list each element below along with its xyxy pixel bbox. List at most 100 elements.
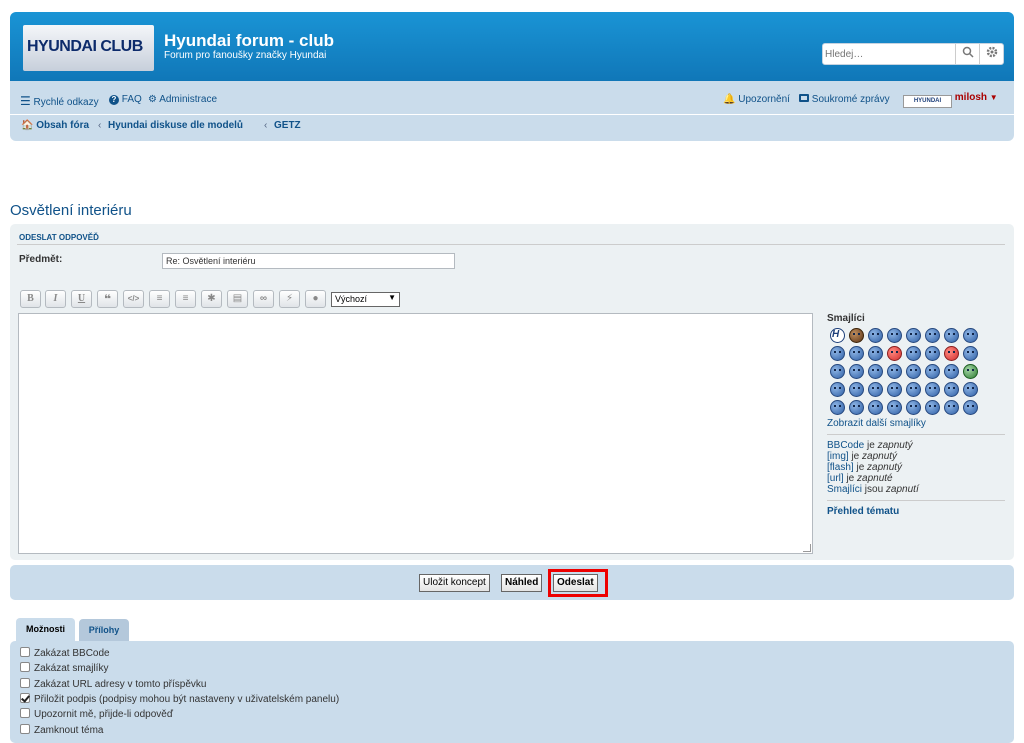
- smiley-icon[interactable]: [944, 382, 959, 397]
- advanced-search-gear-icon[interactable]: [979, 44, 1003, 64]
- search-input[interactable]: [825, 46, 953, 62]
- admin-label: Administrace: [159, 94, 218, 105]
- option-checkbox-row[interactable]: Zakázat smajlíky: [20, 662, 108, 675]
- smiley-icon[interactable]: [906, 328, 921, 343]
- bbcode-status-connector: je: [848, 451, 863, 462]
- private-messages-label: Soukromé zprávy: [811, 94, 890, 105]
- checkbox[interactable]: [20, 692, 30, 703]
- notifications-link[interactable]: 🔔 Upozornění: [723, 94, 790, 105]
- url-button[interactable]: ∞: [253, 290, 274, 308]
- admin-link[interactable]: ⚙ Administrace: [148, 94, 217, 105]
- smiley-icon[interactable]: [963, 382, 978, 397]
- breadcrumb-forum[interactable]: Hyundai diskuse dle modelů: [108, 120, 243, 131]
- breadcrumb-subforum[interactable]: GETZ: [274, 120, 301, 131]
- numbered-list-button[interactable]: ≡: [175, 290, 196, 308]
- smiley-icon[interactable]: [830, 346, 845, 361]
- bbcode-status-label[interactable]: BBCode: [827, 440, 864, 451]
- smiley-icon[interactable]: [906, 382, 921, 397]
- smiley-icon[interactable]: [887, 328, 902, 343]
- option-label: Upozornit mě, přijde-li odpověď: [34, 709, 173, 721]
- smiley-icon[interactable]: [887, 382, 902, 397]
- smiley-icon[interactable]: [906, 346, 921, 361]
- smiley-icon[interactable]: [963, 328, 978, 343]
- underline-button[interactable]: U: [71, 290, 92, 308]
- search-icon[interactable]: [955, 44, 979, 64]
- site-title[interactable]: Hyundai forum - club: [164, 31, 334, 51]
- resize-handle[interactable]: [803, 544, 811, 552]
- code-button[interactable]: </>: [123, 290, 144, 308]
- quote-button[interactable]: ❝: [97, 290, 118, 308]
- smiley-icon[interactable]: [963, 400, 978, 415]
- more-smilies-link[interactable]: Zobrazit další smajlíky: [827, 418, 1005, 429]
- topic-title[interactable]: Osvětlení interiéru: [10, 202, 132, 219]
- smiley-icon[interactable]: [830, 382, 845, 397]
- smiley-icon[interactable]: H: [830, 328, 845, 343]
- message-textarea[interactable]: [18, 313, 813, 554]
- option-checkbox-row[interactable]: Přiložit podpis (podpisy mohou být nasta…: [20, 692, 339, 706]
- smiley-icon[interactable]: [849, 346, 864, 361]
- smiley-icon[interactable]: [868, 364, 883, 379]
- faq-link[interactable]: ? FAQ: [109, 94, 142, 105]
- smiley-icon[interactable]: [925, 382, 940, 397]
- option-checkbox-row[interactable]: Zamknout téma: [20, 723, 103, 737]
- option-checkbox-row[interactable]: Zakázat URL adresy v tomto příspěvku: [20, 677, 206, 691]
- bell-icon: 🔔: [723, 94, 736, 105]
- smilies-grid: H: [827, 328, 1005, 415]
- italic-button[interactable]: I: [45, 290, 66, 308]
- quick-links-menu[interactable]: ☰ Rychlé odkazy: [20, 94, 99, 108]
- smiley-icon[interactable]: [868, 346, 883, 361]
- smiley-icon[interactable]: [887, 346, 902, 361]
- smiley-icon[interactable]: [925, 328, 940, 343]
- site-logo[interactable]: HYUNDAI CLUB: [23, 25, 154, 71]
- smiley-icon[interactable]: [925, 364, 940, 379]
- checkbox[interactable]: [20, 677, 30, 688]
- bold-button[interactable]: B: [20, 290, 41, 308]
- checkbox[interactable]: [20, 708, 30, 719]
- font-size-select[interactable]: Výchozí ▼: [331, 292, 400, 307]
- option-checkbox-row[interactable]: Zakázat BBCode: [20, 647, 110, 660]
- bbcode-status-label: [flash]: [827, 462, 854, 473]
- tab-options[interactable]: Možnosti: [16, 618, 75, 642]
- smiley-icon[interactable]: [944, 328, 959, 343]
- flash-button[interactable]: ⚡: [279, 290, 300, 308]
- smiley-icon[interactable]: [849, 400, 864, 415]
- smiley-icon[interactable]: [925, 346, 940, 361]
- smiley-icon[interactable]: [849, 364, 864, 379]
- smiley-icon[interactable]: [944, 346, 959, 361]
- subject-input[interactable]: [162, 253, 455, 269]
- caret-down-icon: ▼: [989, 93, 998, 102]
- private-messages-link[interactable]: Soukromé zprávy: [799, 94, 890, 105]
- preview-button[interactable]: Náhled: [501, 574, 543, 592]
- smiley-icon[interactable]: [849, 328, 864, 343]
- smiley-icon[interactable]: [868, 382, 883, 397]
- topic-review-link[interactable]: Přehled tématu: [827, 506, 1005, 517]
- smiley-icon[interactable]: [830, 364, 845, 379]
- color-button[interactable]: ●: [305, 290, 326, 308]
- checkbox[interactable]: [20, 723, 30, 734]
- smiley-icon[interactable]: [887, 364, 902, 379]
- user-menu[interactable]: HYUNDAI milosh ▼: [903, 92, 998, 108]
- image-button[interactable]: ▤: [227, 290, 248, 308]
- breadcrumb-home[interactable]: 🏠 Obsah fóra: [21, 120, 89, 131]
- save-draft-button[interactable]: Uložit koncept: [419, 574, 490, 592]
- list-item-button[interactable]: ✱: [201, 290, 222, 308]
- checkbox[interactable]: [20, 647, 30, 657]
- smiley-icon[interactable]: [868, 400, 883, 415]
- smiley-icon[interactable]: [906, 364, 921, 379]
- smiley-icon[interactable]: [963, 364, 978, 379]
- smiley-icon[interactable]: [925, 400, 940, 415]
- smiley-icon[interactable]: [830, 400, 845, 415]
- list-button[interactable]: ≡: [149, 290, 170, 308]
- checkbox[interactable]: [20, 662, 30, 673]
- smiley-icon[interactable]: [944, 364, 959, 379]
- option-checkbox-row[interactable]: Upozornit mě, přijde-li odpověď: [20, 708, 173, 721]
- smiley-row: [827, 400, 1005, 415]
- droplet-icon: ●: [312, 293, 319, 304]
- tab-attachments[interactable]: Přílohy: [79, 619, 129, 643]
- smiley-icon[interactable]: [906, 400, 921, 415]
- smiley-icon[interactable]: [849, 382, 864, 397]
- smiley-icon[interactable]: [944, 400, 959, 415]
- smiley-icon[interactable]: [887, 400, 902, 415]
- smiley-icon[interactable]: [963, 346, 978, 361]
- smiley-icon[interactable]: [868, 328, 883, 343]
